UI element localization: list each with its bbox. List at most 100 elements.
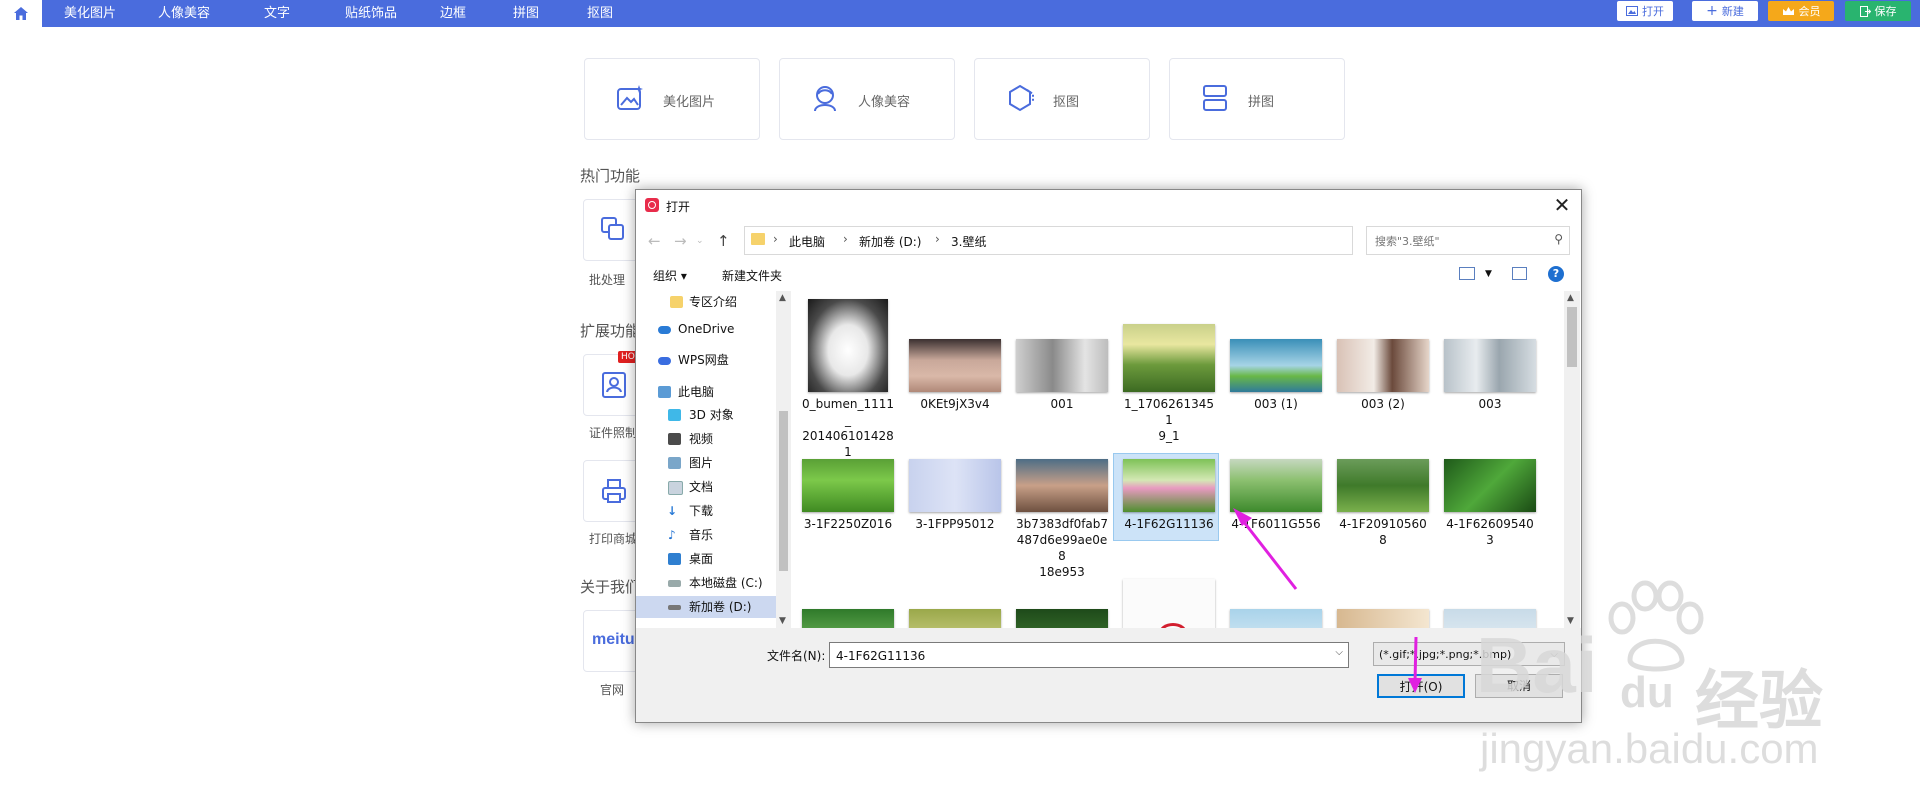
filename-input[interactable] <box>834 646 1318 666</box>
file-name: 3-1FPP95012 <box>915 517 995 531</box>
file-item[interactable] <box>1333 609 1433 628</box>
dialog-cancel-button[interactable]: 取消 <box>1475 674 1563 698</box>
tab-text[interactable]: 文字 <box>230 0 325 27</box>
nav-item-onedrive[interactable]: OneDrive <box>636 318 776 340</box>
save-button[interactable]: 保存 <box>1845 1 1911 21</box>
file-item[interactable] <box>1226 609 1326 628</box>
file-item[interactable]: 3-1F2250Z016 <box>798 459 898 532</box>
tab-beautify[interactable]: 美化图片 <box>42 0 139 27</box>
thumbnail <box>1337 339 1429 392</box>
nav-item-drive-c[interactable]: 本地磁盘 (C:) <box>636 572 776 594</box>
thumbnail <box>909 339 1001 392</box>
new-button[interactable]: + 新建 <box>1692 1 1758 21</box>
back-arrow-icon[interactable]: ← <box>648 232 661 250</box>
file-item[interactable]: 0_bumen_1111_ 2014061014281 6 <box>798 299 898 476</box>
dialog-title: 打开 <box>666 200 691 214</box>
filetype-select[interactable]: (*.gif;*.jpg;*.png;*.bmp) ⌵ <box>1373 642 1565 666</box>
preview-pane-icon[interactable] <box>1512 267 1527 280</box>
file-item[interactable]: 003 <box>1440 339 1540 412</box>
scrollbar-thumb[interactable] <box>779 411 788 571</box>
nav-item-this-pc[interactable]: 此电脑 <box>636 381 776 403</box>
nav-item-desktop[interactable]: 桌面 <box>636 548 776 570</box>
file-item[interactable]: 003 (1) <box>1226 339 1326 412</box>
search-box[interactable]: ⚲ <box>1366 226 1570 255</box>
nav-item-label: 音乐 <box>689 528 714 542</box>
help-icon[interactable]: ? <box>1548 266 1564 282</box>
scroll-up-icon[interactable]: ▲ <box>779 293 786 303</box>
nav-item-3d-objects[interactable]: 3D 对象 <box>636 404 776 426</box>
filename-field[interactable]: ⌵ <box>829 642 1349 668</box>
scrollbar-thumb[interactable] <box>1567 307 1577 367</box>
tab-collage[interactable]: 拼图 <box>488 0 565 27</box>
view-dropdown-icon[interactable]: ▼ <box>1485 269 1492 279</box>
file-item[interactable]: 4-1F6011G556 <box>1226 459 1326 532</box>
nav-item-zone-intro[interactable]: 专区介绍 <box>636 291 776 313</box>
feature-card-collage[interactable]: 拼图 <box>1169 58 1345 140</box>
nav-item-label: 专区介绍 <box>689 295 738 309</box>
file-item[interactable] <box>1119 579 1219 628</box>
open-button[interactable]: 打开 <box>1617 1 1673 21</box>
nav-item-documents[interactable]: 文档 <box>636 476 776 498</box>
vip-button[interactable]: 会员 <box>1768 1 1834 21</box>
nav-item-wps-cloud[interactable]: WPS网盘 <box>636 349 776 371</box>
tab-portrait[interactable]: 人像美容 <box>138 0 231 27</box>
file-item-selected[interactable]: 4-1F62G11136 <box>1113 453 1219 541</box>
breadcrumb-folder[interactable]: 3.壁纸 <box>951 233 986 250</box>
file-item[interactable]: 003 (2) <box>1333 339 1433 412</box>
file-item[interactable] <box>905 609 1005 628</box>
image-icon <box>1626 6 1638 16</box>
dialog-toolbar: 组织 ▾ 新建文件夹 ▼ ? <box>636 261 1581 287</box>
file-item[interactable]: 3b7383df0fab7 487d6e99ae0e8 18e953 <box>1012 459 1112 580</box>
file-list-scrollbar[interactable]: ▲ ▼ <box>1564 291 1580 628</box>
forward-arrow-icon[interactable]: → <box>674 232 687 250</box>
breadcrumb-pc[interactable]: 此电脑 <box>789 233 825 250</box>
thumbnail <box>1230 339 1322 392</box>
chevron-down-icon[interactable]: ⌵ <box>1335 647 1343 658</box>
file-item[interactable]: 4-1F626095403 <box>1440 459 1540 548</box>
file-item[interactable]: 3-1FPP95012 <box>905 459 1005 532</box>
feature-card-label: 抠图 <box>1053 95 1080 110</box>
file-item[interactable]: 001 <box>1012 339 1112 412</box>
tab-frames[interactable]: 边框 <box>418 0 489 27</box>
file-name: 003 (2) <box>1361 397 1405 411</box>
navigation-scrollbar[interactable]: ▲ ▼ <box>776 291 791 628</box>
view-options-icon[interactable] <box>1459 267 1475 280</box>
close-icon[interactable]: ✕ <box>1549 192 1575 218</box>
search-input[interactable] <box>1373 231 1537 251</box>
dialog-open-button[interactable]: 打开(O) <box>1377 674 1465 698</box>
nav-item-pictures[interactable]: 图片 <box>636 452 776 474</box>
file-item[interactable]: 4-1F209105608 <box>1333 459 1433 548</box>
scroll-down-icon[interactable]: ▼ <box>779 616 786 626</box>
scroll-down-icon[interactable]: ▼ <box>1567 616 1574 626</box>
file-name: 003 (1) <box>1254 397 1298 411</box>
file-item[interactable] <box>1012 609 1112 628</box>
home-tab[interactable] <box>0 0 42 27</box>
address-bar[interactable]: › 此电脑 › 新加卷 (D:) › 3.壁纸 ⌵ ⟳ <box>744 226 1447 255</box>
file-item[interactable]: 0KEt9jX3v4 <box>905 339 1005 412</box>
thumbnail <box>1444 459 1536 512</box>
recent-chevron-icon[interactable]: ⌄ <box>696 236 704 246</box>
feature-card-beautify[interactable]: 美化图片 <box>584 58 760 140</box>
breadcrumb-drive-d[interactable]: 新加卷 (D:) <box>859 233 921 250</box>
file-item[interactable] <box>1440 609 1540 628</box>
nav-item-downloads[interactable]: ↓ 下载 <box>636 500 776 522</box>
nav-item-drive-d[interactable]: 新加卷 (D:) <box>636 596 776 618</box>
file-item[interactable] <box>798 609 898 628</box>
nav-item-label: 图片 <box>689 456 714 470</box>
nav-item-label: OneDrive <box>678 322 735 336</box>
up-arrow-icon[interactable]: ↑ <box>717 232 730 250</box>
nav-item-videos[interactable]: 视频 <box>636 428 776 450</box>
thumbnail <box>1123 324 1215 392</box>
scroll-up-icon[interactable]: ▲ <box>1567 293 1574 303</box>
feature-card-portrait[interactable]: 人像美容 <box>779 58 955 140</box>
tab-stickers[interactable]: 贴纸饰品 <box>324 0 419 27</box>
nav-item-label: 文档 <box>689 480 714 494</box>
feature-card-cutout[interactable]: 抠图 <box>974 58 1150 140</box>
nav-item-music[interactable]: ♪ 音乐 <box>636 524 776 546</box>
new-folder-button[interactable]: 新建文件夹 <box>722 267 782 284</box>
id-photo-icon <box>602 372 626 398</box>
tab-cutout[interactable]: 抠图 <box>564 0 636 27</box>
drive-icon <box>668 580 681 587</box>
file-item[interactable]: 1_17062613451 9_1 <box>1119 324 1219 444</box>
organize-menu[interactable]: 组织 ▾ <box>653 267 687 284</box>
